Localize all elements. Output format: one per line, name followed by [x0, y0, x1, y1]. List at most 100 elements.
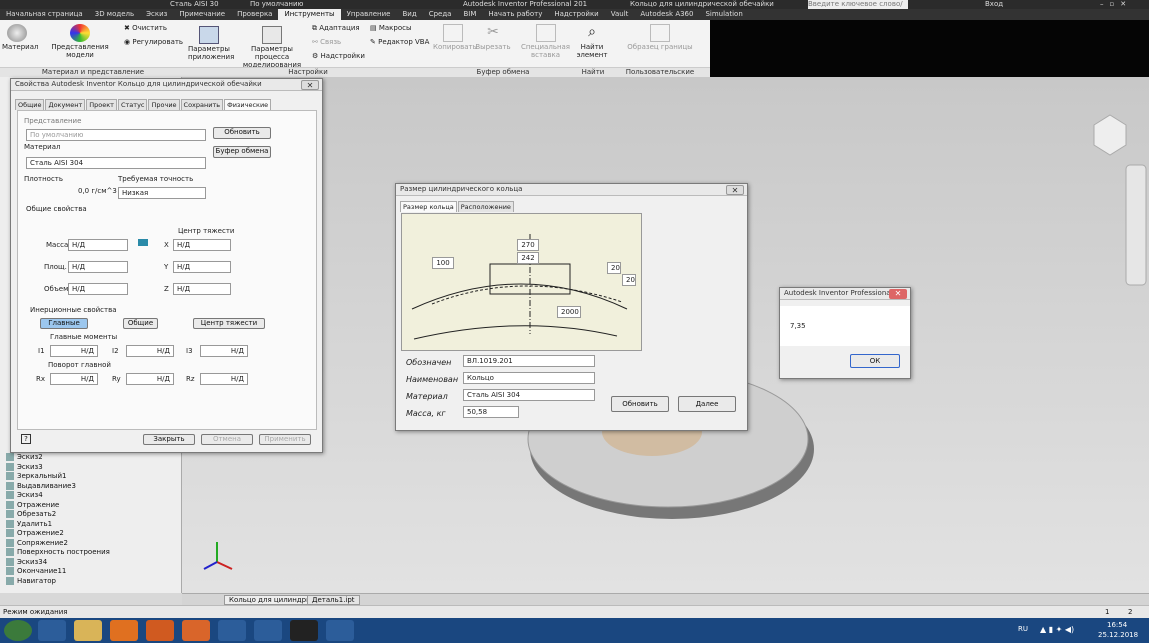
ribbon-tab-14[interactable]: Simulation [699, 9, 748, 20]
browser-node[interactable]: Обрезать2 [6, 510, 56, 518]
browser-node[interactable]: Отражение2 [6, 529, 64, 537]
browser-node[interactable]: Зеркальный1 [6, 472, 66, 480]
language-indicator[interactable]: RU [1018, 625, 1028, 633]
browser-node[interactable]: Эскиз4 [6, 491, 43, 499]
find-button[interactable]: ⌕ Найти элемент [576, 24, 608, 59]
copy-button[interactable]: Копировать [433, 24, 477, 51]
props-tab-6[interactable]: Физические [224, 99, 272, 110]
macros-button[interactable]: ▤ Макросы [370, 24, 420, 32]
ribbon-tab-13[interactable]: Autodesk A360 [634, 9, 699, 20]
material-select[interactable]: Сталь AISI 304 [463, 389, 595, 401]
window-controls[interactable]: –▫✕ [1100, 0, 1132, 8]
app-icon-5[interactable] [326, 620, 354, 641]
firefox-icon[interactable] [146, 620, 174, 641]
ribbon-tab-3[interactable]: Примечание [173, 9, 231, 20]
ribbon-tab-5[interactable]: Инструменты [278, 9, 341, 20]
ribbon-tab-2[interactable]: Эскиз [140, 9, 173, 20]
app-icon-3[interactable] [254, 620, 282, 641]
apply-button[interactable]: Применить [259, 434, 311, 445]
adaptive-button[interactable]: ⧉ Адаптация [312, 24, 362, 33]
name-input[interactable]: Кольцо [463, 372, 595, 384]
close-button[interactable]: Закрыть [143, 434, 195, 445]
folder-icon[interactable] [74, 620, 102, 641]
appearance-select[interactable]: По умолчанию [26, 129, 206, 141]
material-select[interactable]: Сталь AISI 304 [26, 157, 206, 169]
dim-20-top[interactable]: 20 [607, 262, 621, 274]
dim-2000[interactable]: 2000 [557, 306, 581, 318]
start-button-icon[interactable] [4, 620, 32, 641]
app-icon-4[interactable] [290, 620, 318, 641]
browser-node[interactable]: Навигатор [6, 576, 56, 585]
ie-icon[interactable] [38, 620, 66, 641]
props-tab-5[interactable]: Сохранить [180, 99, 224, 110]
help-icon[interactable]: ? [21, 434, 31, 444]
sign-in-link[interactable]: Вход [985, 0, 1003, 8]
doc-tab-part1[interactable]: Деталь1.ipt [307, 595, 360, 605]
ribbon-tab-7[interactable]: Вид [396, 9, 422, 20]
browser-node[interactable]: Окончание11 [6, 567, 66, 575]
dim-270[interactable]: 270 [517, 239, 539, 251]
browser-node[interactable]: Удалить1 [6, 519, 52, 528]
ribbon-tab-1[interactable]: 3D модель [89, 9, 140, 20]
mass-input[interactable]: 50,58 [463, 406, 519, 418]
close-icon[interactable]: ✕ [301, 80, 319, 90]
ring-tab-0[interactable]: Размер кольца [400, 201, 457, 212]
browser-node[interactable]: Выдавливание3 [6, 481, 76, 490]
ribbon-tab-8[interactable]: Среда [423, 9, 458, 20]
browser-node[interactable]: Эскиз34 [6, 557, 47, 566]
props-tab-4[interactable]: Прочие [148, 99, 180, 110]
cog-button[interactable]: Центр тяжести [193, 318, 265, 329]
props-tab-2[interactable]: Проект [86, 99, 117, 110]
accuracy-select[interactable]: Низкая [118, 187, 206, 199]
ribbon-tab-0[interactable]: Начальная страница [0, 9, 89, 20]
model-border-button[interactable]: Образец границы [620, 24, 700, 51]
props-tab-0[interactable]: Общие [15, 99, 45, 110]
props-tab-3[interactable]: Статус [117, 99, 148, 110]
app-options-button[interactable]: Параметры приложения [188, 26, 234, 61]
appearance-quick-select[interactable]: По умолчанию [250, 0, 303, 8]
tray-icons[interactable]: ▲ ▮ ✦ ◀) [1040, 625, 1074, 634]
designation-input[interactable]: ВЛ.1019.201 [463, 355, 595, 367]
close-icon[interactable]: ✕ [726, 185, 744, 195]
clear-button[interactable]: ✖ Очистить [124, 24, 174, 32]
ribbon-tab-9[interactable]: BIM [457, 9, 482, 20]
ok-button[interactable]: ОК [850, 354, 900, 368]
cancel-button[interactable]: Отмена [201, 434, 253, 445]
dim-242[interactable]: 242 [517, 252, 539, 264]
close-icon[interactable]: ✕ [889, 289, 907, 299]
ribbon-tab-4[interactable]: Проверка [231, 9, 278, 20]
clipboard-button[interactable]: Буфер обмена [213, 146, 271, 158]
browser-node[interactable]: Отражение [6, 500, 59, 509]
update-button[interactable]: Обновить [213, 127, 271, 139]
global-button[interactable]: Общие [123, 318, 158, 329]
paste-special-button[interactable]: Специальная вставка [518, 24, 573, 59]
ribbon-tab-10[interactable]: Начать работу [482, 9, 548, 20]
material-button[interactable]: Материал [2, 24, 38, 51]
refresh-button[interactable]: Обновить [611, 396, 669, 412]
cut-button[interactable]: ✂ Вырезать [474, 24, 512, 51]
next-button[interactable]: Далее [678, 396, 736, 412]
ribbon-tab-6[interactable]: Управление [341, 9, 397, 20]
doc-settings-button[interactable]: Параметры процесса моделирования [234, 26, 310, 69]
props-tab-1[interactable]: Документ [45, 99, 86, 110]
app-icon-2[interactable] [218, 620, 246, 641]
media-player-icon[interactable] [110, 620, 138, 641]
adjust-button[interactable]: ◉ Регулировать [124, 38, 184, 46]
search-input[interactable]: Введите ключевое слово/фразу [808, 0, 908, 9]
appearance-button[interactable]: Представления модели [40, 24, 120, 59]
dim-20-side[interactable]: 20 [622, 274, 636, 286]
add-ins-button[interactable]: ⚙ Надстройки [312, 52, 372, 60]
browser-node[interactable]: Эскиз2 [6, 453, 43, 461]
ribbon-tab-12[interactable]: Vault [605, 9, 635, 20]
dim-100[interactable]: 100 [432, 257, 454, 269]
principal-button[interactable]: Главные [40, 318, 88, 329]
material-quick-select[interactable]: Сталь AISI 30 [170, 0, 219, 8]
browser-node[interactable]: Поверхность построения [6, 548, 110, 556]
browser-node[interactable]: Сопряжение2 [6, 538, 68, 547]
ribbon-tab-11[interactable]: Надстройки [548, 9, 604, 20]
copy-icon[interactable] [138, 239, 148, 246]
link-button[interactable]: ⚯ Связь [312, 38, 362, 46]
vba-editor-button[interactable]: ✎ Редактор VBA [370, 38, 430, 46]
ring-tab-1[interactable]: Расположение [457, 201, 514, 212]
inventor-icon[interactable] [182, 620, 210, 641]
